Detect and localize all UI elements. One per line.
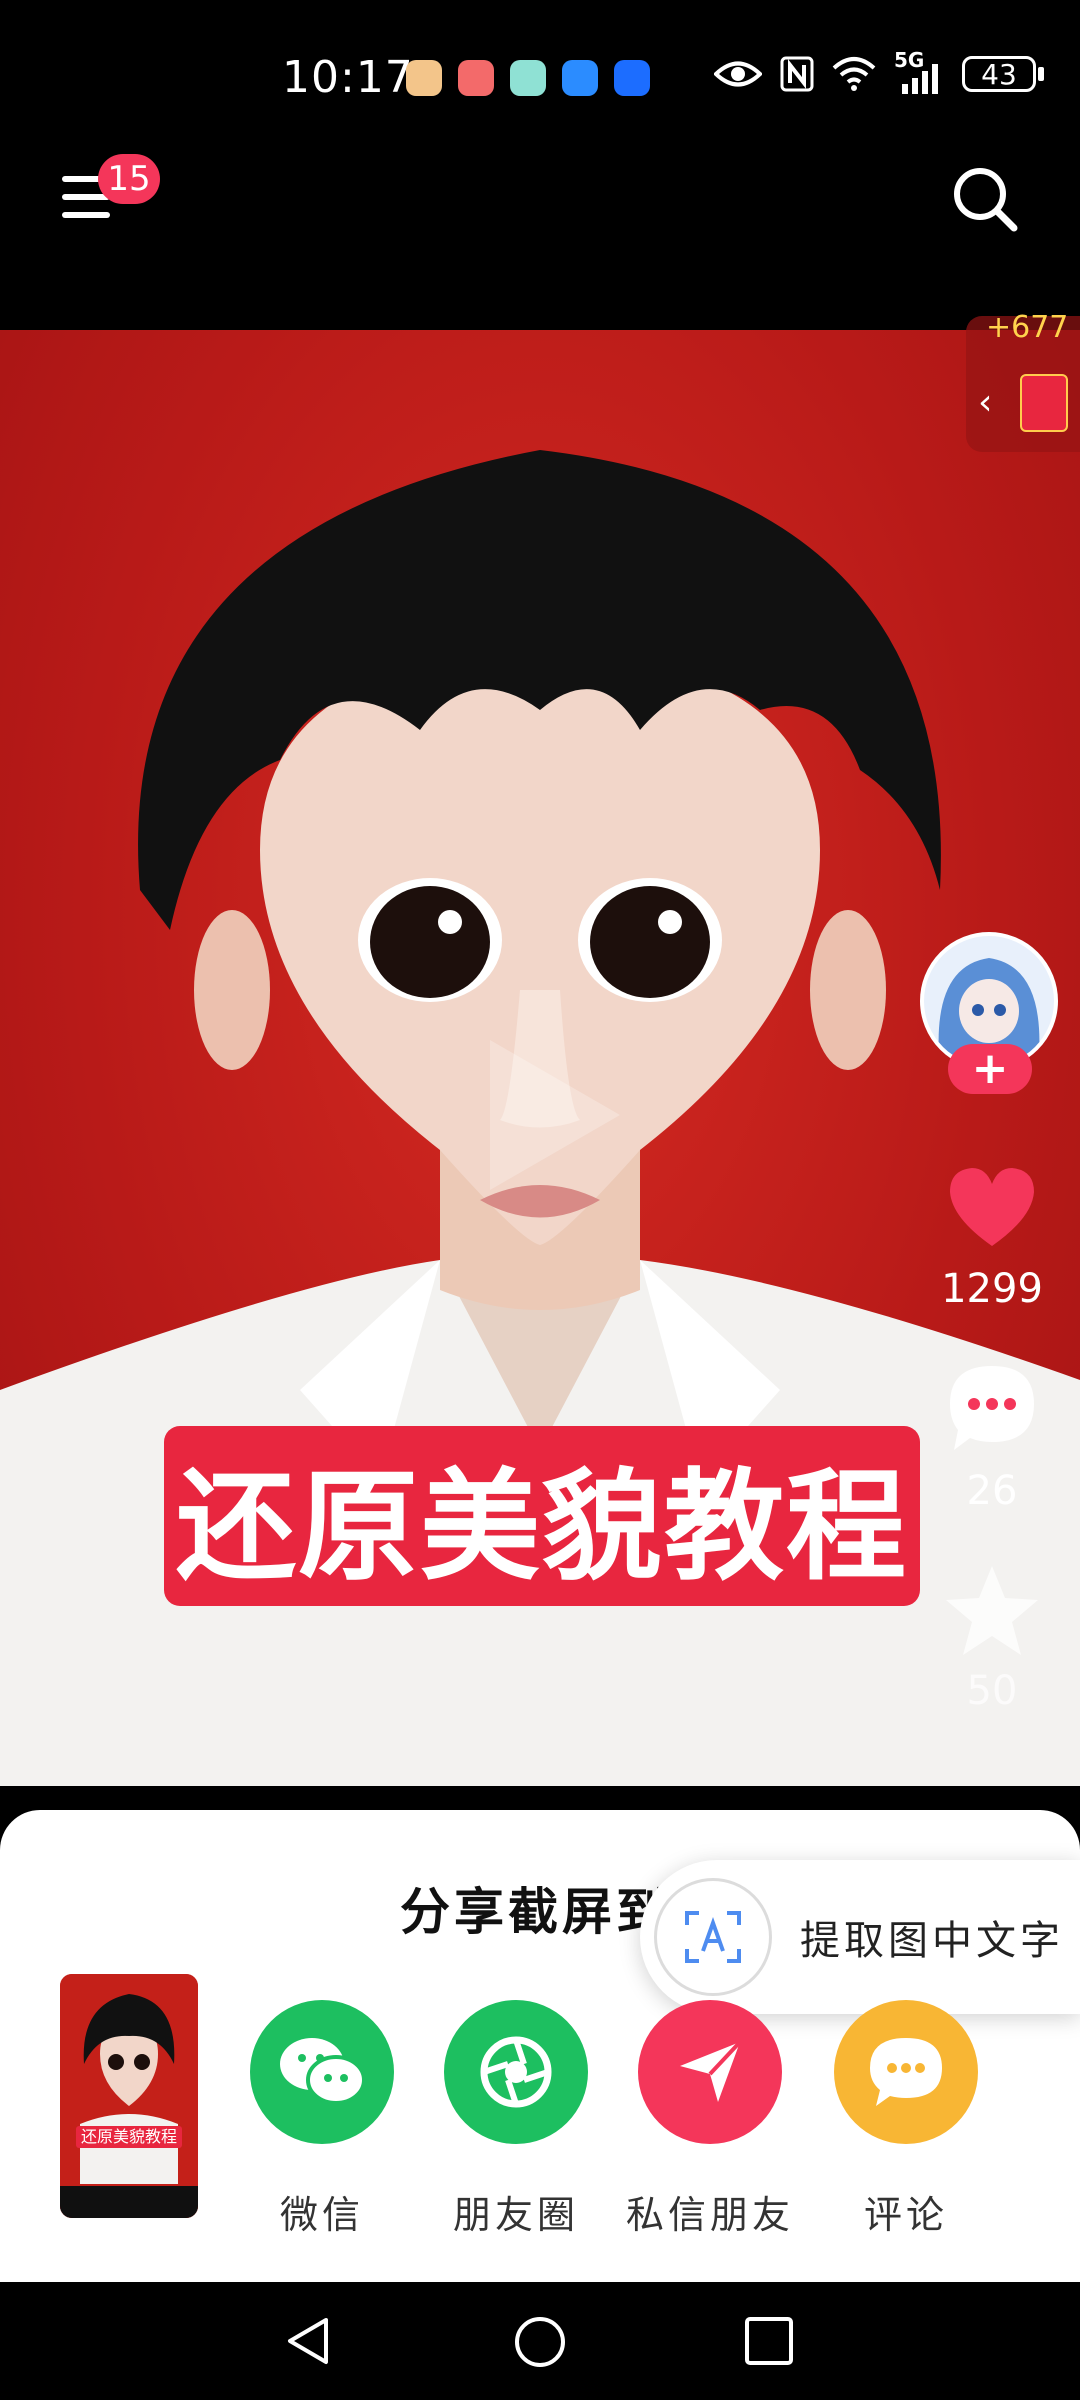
recents-icon[interactable] — [742, 2314, 796, 2368]
comment-count: 26 — [966, 1468, 1018, 1514]
video-caption-banner: 还原美貌教程 — [164, 1426, 920, 1606]
share-wechat[interactable]: 微信 — [234, 2000, 410, 2239]
status-icons: 5G 43 — [714, 48, 1044, 94]
search-app-icon — [562, 60, 598, 96]
screenshot-thumbnail[interactable]: 还原美貌教程 — [60, 1974, 198, 2218]
share-direct-message-label: 私信朋友 — [625, 2193, 794, 2237]
share-comment-label: 评论 — [863, 2193, 948, 2237]
thumbnail-caption: 还原美貌教程 — [76, 2126, 182, 2148]
heart-icon — [950, 1168, 1034, 1246]
extract-text-label: 提取图中文字 — [800, 1918, 1064, 1964]
gallery-app-icon — [510, 60, 546, 96]
like-button[interactable] — [942, 1158, 1042, 1258]
comment-bubble-icon — [834, 2000, 978, 2144]
home-icon[interactable] — [512, 2314, 568, 2370]
chevron-left-icon: ‹ — [978, 382, 993, 423]
share-moments[interactable]: 朋友圈 — [428, 2000, 604, 2239]
tips-app-icon — [614, 60, 650, 96]
share-moments-label: 朋友圈 — [452, 2193, 579, 2237]
share-sheet-title: 分享截屏到 — [400, 1882, 670, 1941]
back-icon[interactable] — [282, 2314, 336, 2368]
status-time: 10:17 — [282, 52, 414, 103]
favorite-button[interactable] — [942, 1560, 1042, 1660]
text-scan-icon — [654, 1878, 772, 1996]
notification-badge: 15 — [98, 154, 160, 204]
battery-tip — [1038, 67, 1044, 81]
wifi-icon — [832, 57, 876, 91]
battery-icon: 43 — [962, 56, 1036, 92]
signal-icon: 5G — [894, 48, 944, 94]
extract-text-button[interactable]: 提取图中文字 — [640, 1860, 1080, 2014]
battery-level: 43 — [981, 57, 1017, 91]
camera-app-icon — [406, 60, 442, 96]
search-icon — [954, 168, 1018, 232]
system-nav-bar — [0, 2282, 1080, 2400]
like-count: 1299 — [941, 1266, 1043, 1312]
red-envelope-icon — [1020, 374, 1068, 432]
favorite-count: 50 — [966, 1668, 1018, 1714]
nfc-icon — [780, 56, 814, 92]
comment-button[interactable] — [942, 1358, 1042, 1458]
share-wechat-label: 微信 — [279, 2193, 364, 2237]
follow-button[interactable]: + — [948, 1044, 1032, 1094]
reward-points: +677 — [986, 310, 1069, 345]
eye-icon — [714, 61, 762, 87]
notes-app-icon — [458, 60, 494, 96]
share-direct-message[interactable]: 私信朋友 — [622, 2000, 798, 2239]
star-icon — [946, 1566, 1038, 1655]
search-button[interactable] — [950, 164, 1020, 234]
send-icon — [638, 2000, 782, 2144]
share-comment[interactable]: 评论 — [818, 2000, 994, 2239]
wechat-icon — [250, 2000, 394, 2144]
status-bar: 10:17 5G 43 — [0, 0, 1080, 160]
comment-icon — [950, 1366, 1034, 1450]
moments-icon — [444, 2000, 588, 2144]
